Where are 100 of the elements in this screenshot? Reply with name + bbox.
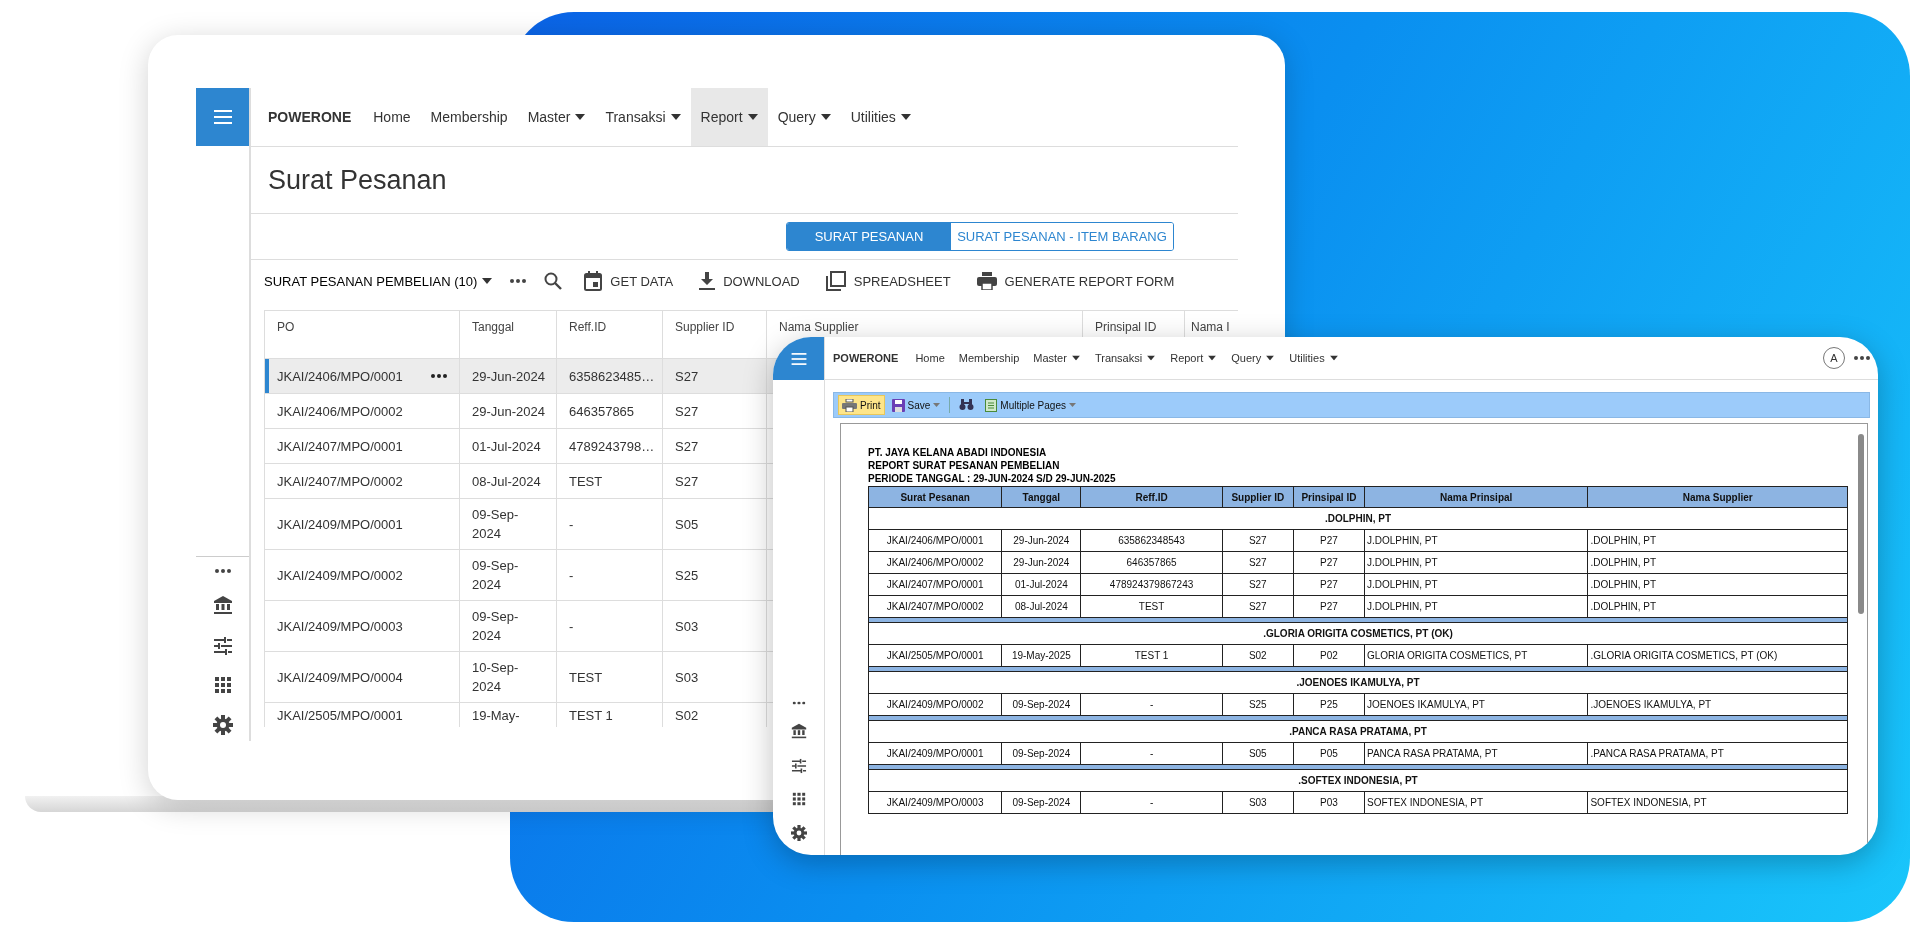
report-heading: PT. JAYA KELANA ABADI INDONESIA bbox=[868, 446, 1048, 459]
pages-icon bbox=[985, 398, 998, 412]
table-cell: JKAI/2407/MPO/0002 bbox=[868, 595, 1002, 618]
table-cell: S27 bbox=[675, 403, 699, 419]
caret-icon bbox=[482, 278, 493, 284]
table-cell: - bbox=[569, 516, 574, 532]
column-header[interactable]: PO bbox=[265, 311, 460, 358]
menu-icon[interactable] bbox=[213, 110, 232, 124]
download-button[interactable]: DOWNLOAD bbox=[695, 272, 804, 290]
caret-icon bbox=[670, 114, 681, 120]
column-header: Nama Prinsipal bbox=[1364, 486, 1588, 508]
table-cell: .PANCA RASA PRATAMA, PT bbox=[1587, 742, 1848, 765]
column-header[interactable]: Supplier ID bbox=[663, 311, 767, 358]
table-cell: JKAI/2505/MPO/0001 bbox=[277, 707, 403, 723]
nav-item[interactable]: Utilities bbox=[1282, 337, 1346, 379]
table-cell: JKAI/2406/MPO/0001 bbox=[868, 529, 1002, 552]
group-header: .PANCA RASA PRATAMA, PT bbox=[868, 720, 1848, 743]
table-cell: S25 bbox=[675, 567, 699, 583]
table-cell: JKAI/2409/MPO/0004 bbox=[277, 669, 403, 685]
table-cell: SOFTEX INDONESIA, PT bbox=[1364, 791, 1588, 814]
table-cell: JKAI/2409/MPO/0001 bbox=[277, 516, 403, 532]
bank-icon[interactable] bbox=[212, 595, 233, 615]
settings-icon[interactable] bbox=[790, 825, 807, 841]
table-cell: JKAI/2406/MPO/0002 bbox=[868, 551, 1002, 574]
caret-icon bbox=[1147, 355, 1156, 361]
column-header[interactable]: Reff.ID bbox=[557, 311, 663, 358]
apps-icon[interactable] bbox=[214, 677, 231, 693]
table-cell: S27 bbox=[1222, 529, 1294, 552]
spreadsheet-button[interactable]: SPREADSHEET bbox=[821, 271, 955, 291]
table-cell: 29-Jun-2024 bbox=[1001, 529, 1081, 552]
table-cell: JKAI/2409/MPO/0001 bbox=[868, 742, 1002, 765]
apps-icon[interactable] bbox=[792, 792, 805, 806]
calendar-icon bbox=[584, 271, 603, 291]
more-icon[interactable] bbox=[510, 279, 527, 283]
pages-dropdown[interactable]: Multiple Pages bbox=[981, 395, 1080, 415]
nav-item[interactable]: Report bbox=[690, 88, 768, 146]
caret-icon bbox=[900, 114, 911, 120]
table-cell: JKAI/2409/MPO/0003 bbox=[868, 791, 1002, 814]
nav-item[interactable]: Query bbox=[767, 88, 841, 146]
table-cell: S05 bbox=[1222, 742, 1294, 765]
caret-icon bbox=[1071, 355, 1080, 361]
caret-icon bbox=[1266, 355, 1275, 361]
menu-icon[interactable] bbox=[790, 352, 807, 365]
table-cell: S27 bbox=[675, 473, 699, 489]
more-icon[interactable] bbox=[1854, 356, 1870, 360]
caret-icon bbox=[575, 114, 586, 120]
table-cell: S03 bbox=[675, 618, 699, 634]
column-header: Prinsipal ID bbox=[1293, 486, 1365, 508]
table-cell: 09-Sep-2024 bbox=[1001, 742, 1081, 765]
table-cell: .JOENOES IKAMULYA, PT bbox=[1587, 693, 1848, 716]
caret-icon bbox=[1068, 403, 1076, 407]
nav-item[interactable]: Membership bbox=[420, 88, 518, 146]
table-cell: S02 bbox=[1222, 644, 1294, 667]
nav-item[interactable]: Utilities bbox=[840, 88, 921, 146]
download-icon bbox=[699, 272, 716, 290]
caret-icon bbox=[1329, 355, 1338, 361]
generate-report-button[interactable]: GENERATE REPORT FORM bbox=[972, 272, 1179, 290]
table-cell: TEST bbox=[1080, 595, 1223, 618]
table-cell: 29-Jun-2024 bbox=[472, 368, 545, 384]
group-header: .DOLPHIN, PT bbox=[868, 507, 1848, 530]
table-cell: S27 bbox=[1222, 595, 1294, 618]
nav-item[interactable]: Transaksi bbox=[595, 88, 691, 146]
view-tab[interactable]: SURAT PESANAN bbox=[787, 223, 951, 250]
column-header: Supplier ID bbox=[1222, 486, 1294, 508]
bank-icon[interactable] bbox=[790, 723, 807, 739]
table-cell: 646357865 bbox=[569, 403, 635, 419]
group-header: .GLORIA ORIGITA COSMETICS, PT (OK) bbox=[868, 622, 1848, 645]
more-icon[interactable] bbox=[431, 374, 447, 378]
group-header: .SOFTEX INDONESIA, PT bbox=[868, 769, 1848, 792]
table-cell: TEST 1 bbox=[569, 707, 613, 723]
page-title: Surat Pesanan bbox=[268, 164, 447, 196]
sliders-icon[interactable] bbox=[791, 758, 806, 774]
save-button[interactable]: Save bbox=[887, 395, 945, 415]
column-header[interactable]: Tanggal bbox=[460, 311, 557, 358]
more-icon[interactable] bbox=[214, 569, 231, 573]
table-cell: JKAI/2407/MPO/0001 bbox=[277, 438, 403, 454]
table-cell: 29-Jun-2024 bbox=[1001, 551, 1081, 574]
table-cell: 09-Sep-2024 bbox=[1001, 693, 1081, 716]
table-cell: JOENOES IKAMULYA, PT bbox=[1364, 693, 1588, 716]
table-cell: .GLORIA ORIGITA COSMETICS, PT (OK) bbox=[1587, 644, 1848, 667]
sliders-icon[interactable] bbox=[213, 637, 232, 655]
print-button[interactable]: Print bbox=[838, 395, 885, 415]
get-data-button[interactable]: GET DATA bbox=[580, 271, 678, 291]
table-cell: S05 bbox=[675, 516, 699, 532]
caret-icon bbox=[933, 403, 941, 407]
nav-item[interactable]: Master bbox=[517, 88, 596, 146]
settings-icon[interactable] bbox=[212, 715, 233, 735]
table-cell: P05 bbox=[1293, 742, 1365, 765]
table-cell: S27 bbox=[1222, 551, 1294, 574]
search-icon[interactable] bbox=[544, 272, 563, 290]
nav-item[interactable]: Home bbox=[363, 88, 421, 146]
table-cell: .DOLPHIN, PT bbox=[1587, 595, 1848, 618]
table-cell: P27 bbox=[1293, 595, 1365, 618]
brand-logo[interactable]: POWERONE bbox=[268, 109, 352, 125]
report-dropdown[interactable]: SURAT PESANAN PEMBELIAN (10) bbox=[264, 273, 493, 289]
more-icon[interactable] bbox=[792, 701, 805, 705]
scrollbar-thumb[interactable] bbox=[1857, 434, 1864, 614]
table-cell: 09-Sep-2024 bbox=[1001, 791, 1081, 814]
column-header: Surat Pesanan bbox=[868, 486, 1002, 508]
table-cell-text: 10-Sep-2024 bbox=[472, 659, 520, 696]
